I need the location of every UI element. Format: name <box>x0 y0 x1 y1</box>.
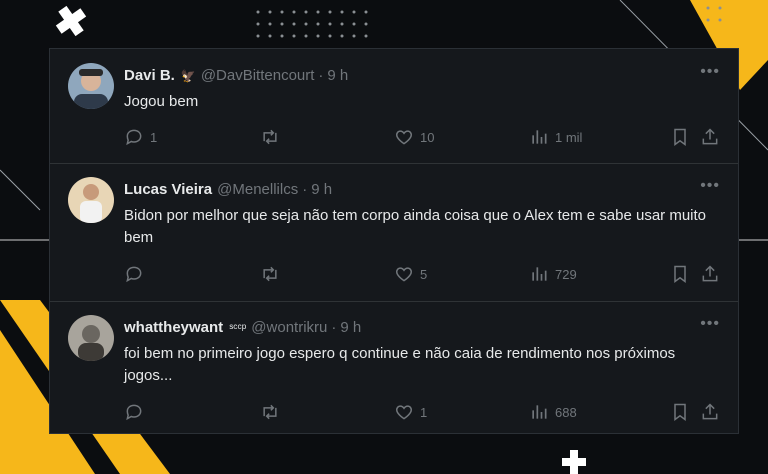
tweet[interactable]: Lucas Vieira @Menellilcs · 9 h ••• Bidon… <box>50 163 738 302</box>
reply-icon <box>126 129 142 146</box>
reply-button[interactable] <box>124 264 150 284</box>
retweet-icon <box>263 404 277 420</box>
share-icon <box>702 128 718 145</box>
avatar[interactable] <box>68 63 114 109</box>
separator-dot: · <box>302 181 308 198</box>
reply-icon <box>126 404 142 421</box>
views-count: 729 <box>555 266 577 282</box>
display-name[interactable]: Lucas Vieira <box>124 181 212 198</box>
bookmark-button[interactable] <box>670 264 690 284</box>
analytics-icon <box>532 130 547 144</box>
separator-dot: · <box>318 67 324 84</box>
reply-button[interactable] <box>124 402 150 422</box>
reply-icon <box>126 266 142 283</box>
retweet-icon <box>263 129 277 145</box>
heart-icon <box>395 267 413 282</box>
share-button[interactable] <box>700 402 720 422</box>
more-icon[interactable]: ••• <box>700 177 720 195</box>
reply-button[interactable]: 1 <box>124 127 157 147</box>
retweet-button[interactable] <box>259 127 281 147</box>
like-button[interactable]: 1 <box>394 402 427 422</box>
like-button[interactable]: 10 <box>394 127 434 147</box>
analytics-icon <box>532 405 547 419</box>
retweet-button[interactable] <box>259 264 281 284</box>
reply-count: 1 <box>150 129 158 145</box>
timestamp[interactable]: 9 h <box>327 67 348 84</box>
heart-icon <box>395 130 413 145</box>
separator-dot: · <box>331 319 337 336</box>
bookmark-icon <box>674 128 686 146</box>
share-icon <box>702 265 718 282</box>
timestamp[interactable]: 9 h <box>311 181 332 198</box>
views-count: 688 <box>555 404 577 420</box>
analytics-icon <box>532 267 547 281</box>
bookmark-icon <box>674 265 686 283</box>
like-count: 5 <box>420 266 428 282</box>
replies-card: Davi B. 🦅 @DavBittencourt · 9 h ••• Jogo… <box>49 48 739 434</box>
avatar[interactable] <box>68 315 114 361</box>
avatar[interactable] <box>68 177 114 223</box>
bookmark-icon <box>674 403 686 421</box>
user-handle[interactable]: @wontrikru <box>251 319 327 336</box>
share-button[interactable] <box>700 264 720 284</box>
heart-icon <box>395 405 413 420</box>
like-count: 1 <box>420 404 428 420</box>
name-badge: 🦅 <box>180 68 196 83</box>
tweet[interactable]: whattheywant ˢᶜᶜᵖ @wontrikru · 9 h ••• f… <box>50 301 738 433</box>
name-badge: ˢᶜᶜᵖ <box>229 320 247 335</box>
more-icon[interactable]: ••• <box>700 315 720 333</box>
retweet-icon <box>263 266 277 282</box>
user-handle[interactable]: @Menellilcs <box>217 181 298 198</box>
share-button[interactable] <box>700 127 720 147</box>
views-button[interactable]: 688 <box>529 402 577 422</box>
tweet-text: Bidon por melhor que seja não tem corpo … <box>124 207 707 246</box>
user-handle[interactable]: @DavBittencourt <box>201 67 315 84</box>
views-button[interactable]: 1 mil <box>529 127 582 147</box>
tweet[interactable]: Davi B. 🦅 @DavBittencourt · 9 h ••• Jogo… <box>50 49 738 164</box>
display-name[interactable]: whattheywant <box>124 319 223 336</box>
tweet-text: Jogou bem <box>124 93 199 110</box>
like-count: 10 <box>420 129 435 145</box>
share-icon <box>702 403 718 420</box>
views-count: 1 mil <box>555 129 583 145</box>
like-button[interactable]: 5 <box>394 264 427 284</box>
bookmark-button[interactable] <box>670 127 690 147</box>
timestamp[interactable]: 9 h <box>340 319 361 336</box>
display-name[interactable]: Davi B. <box>124 67 175 84</box>
views-button[interactable]: 729 <box>529 264 577 284</box>
tweet-text: foi bem no primeiro jogo espero q contin… <box>124 345 676 384</box>
more-icon[interactable]: ••• <box>700 63 720 81</box>
bookmark-button[interactable] <box>670 402 690 422</box>
retweet-button[interactable] <box>259 402 281 422</box>
